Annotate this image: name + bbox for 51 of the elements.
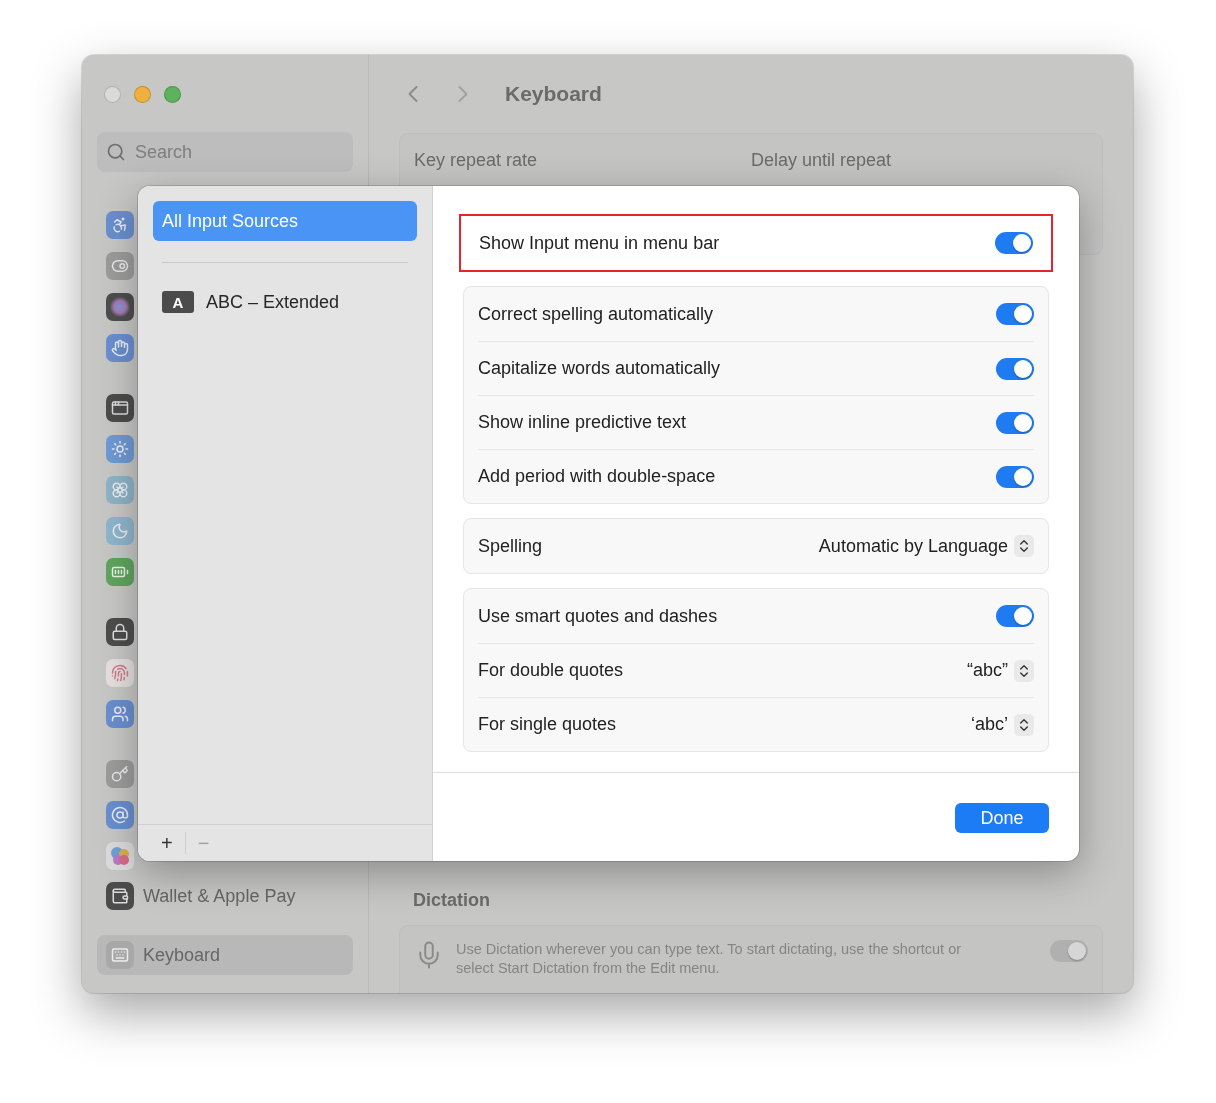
search-field[interactable]: Search bbox=[97, 132, 353, 172]
minimize-button[interactable] bbox=[134, 85, 151, 103]
toggle-switch[interactable] bbox=[996, 303, 1034, 325]
accessibility-icon[interactable] bbox=[106, 210, 134, 239]
layout-badge: A bbox=[162, 291, 194, 313]
zoom-button[interactable] bbox=[164, 85, 181, 103]
toggles-icon[interactable] bbox=[106, 251, 134, 280]
window-title: Keyboard bbox=[505, 82, 602, 106]
flower-icon[interactable] bbox=[106, 475, 134, 504]
sun-icon[interactable] bbox=[106, 434, 134, 463]
setting-label: Use smart quotes and dashes bbox=[478, 605, 718, 627]
wallet-icon bbox=[106, 882, 134, 910]
orb-icon[interactable] bbox=[106, 292, 134, 321]
battery-icon[interactable] bbox=[106, 557, 134, 586]
done-button[interactable]: Done bbox=[955, 803, 1049, 833]
stepper-icon bbox=[1014, 535, 1034, 557]
dictation-description: Use Dictation wherever you can type text. To start dictating, use the shortcut or select Start Dictation from the Edit menu. bbox=[456, 940, 963, 978]
people-icon[interactable] bbox=[106, 699, 134, 728]
setting-label: Correct spelling automatically bbox=[478, 303, 714, 325]
stepper-icon bbox=[1014, 713, 1034, 736]
setting-label: For single quotes bbox=[478, 714, 617, 735]
setting-label: Key repeat rate bbox=[414, 150, 539, 172]
toggle-switch[interactable] bbox=[996, 357, 1034, 380]
setting-label: Add period with double-space bbox=[478, 466, 716, 487]
moon-icon[interactable] bbox=[106, 516, 134, 545]
window-icon[interactable] bbox=[106, 393, 134, 422]
section-heading: Dictation bbox=[413, 890, 491, 911]
setting-label: Capitalize words automatically bbox=[478, 358, 721, 379]
toggle-switch[interactable] bbox=[995, 232, 1033, 254]
toggle-switch[interactable] bbox=[996, 465, 1034, 488]
toggle-switch[interactable] bbox=[996, 605, 1034, 627]
setting-label: Spelling bbox=[478, 535, 543, 557]
bubbles-icon[interactable] bbox=[106, 841, 134, 870]
search-icon bbox=[106, 142, 126, 162]
popup-button[interactable]: Automatic by Language bbox=[818, 535, 1034, 557]
key-icon[interactable] bbox=[106, 759, 134, 788]
setting-label: Show Input menu in menu bar bbox=[479, 232, 720, 254]
popup-button[interactable]: ‘abc’ bbox=[970, 713, 1034, 736]
setting-label: Show inline predictive text bbox=[478, 412, 687, 433]
setting-label: Delay until repeat bbox=[751, 150, 893, 172]
keyboard-icon bbox=[106, 941, 134, 969]
add-button[interactable]: + bbox=[153, 831, 181, 855]
fingerprint-icon[interactable] bbox=[106, 658, 134, 687]
stepper-icon bbox=[1014, 659, 1034, 682]
at-sign-icon[interactable] bbox=[106, 800, 134, 829]
popup-button[interactable]: “abc” bbox=[967, 659, 1034, 682]
source-list-item[interactable]: A ABC – Extended bbox=[153, 283, 417, 321]
toggle-switch[interactable] bbox=[996, 411, 1034, 434]
setting-label: For double quotes bbox=[478, 660, 624, 681]
hand-icon[interactable] bbox=[106, 333, 134, 362]
lock-icon[interactable] bbox=[106, 617, 134, 646]
